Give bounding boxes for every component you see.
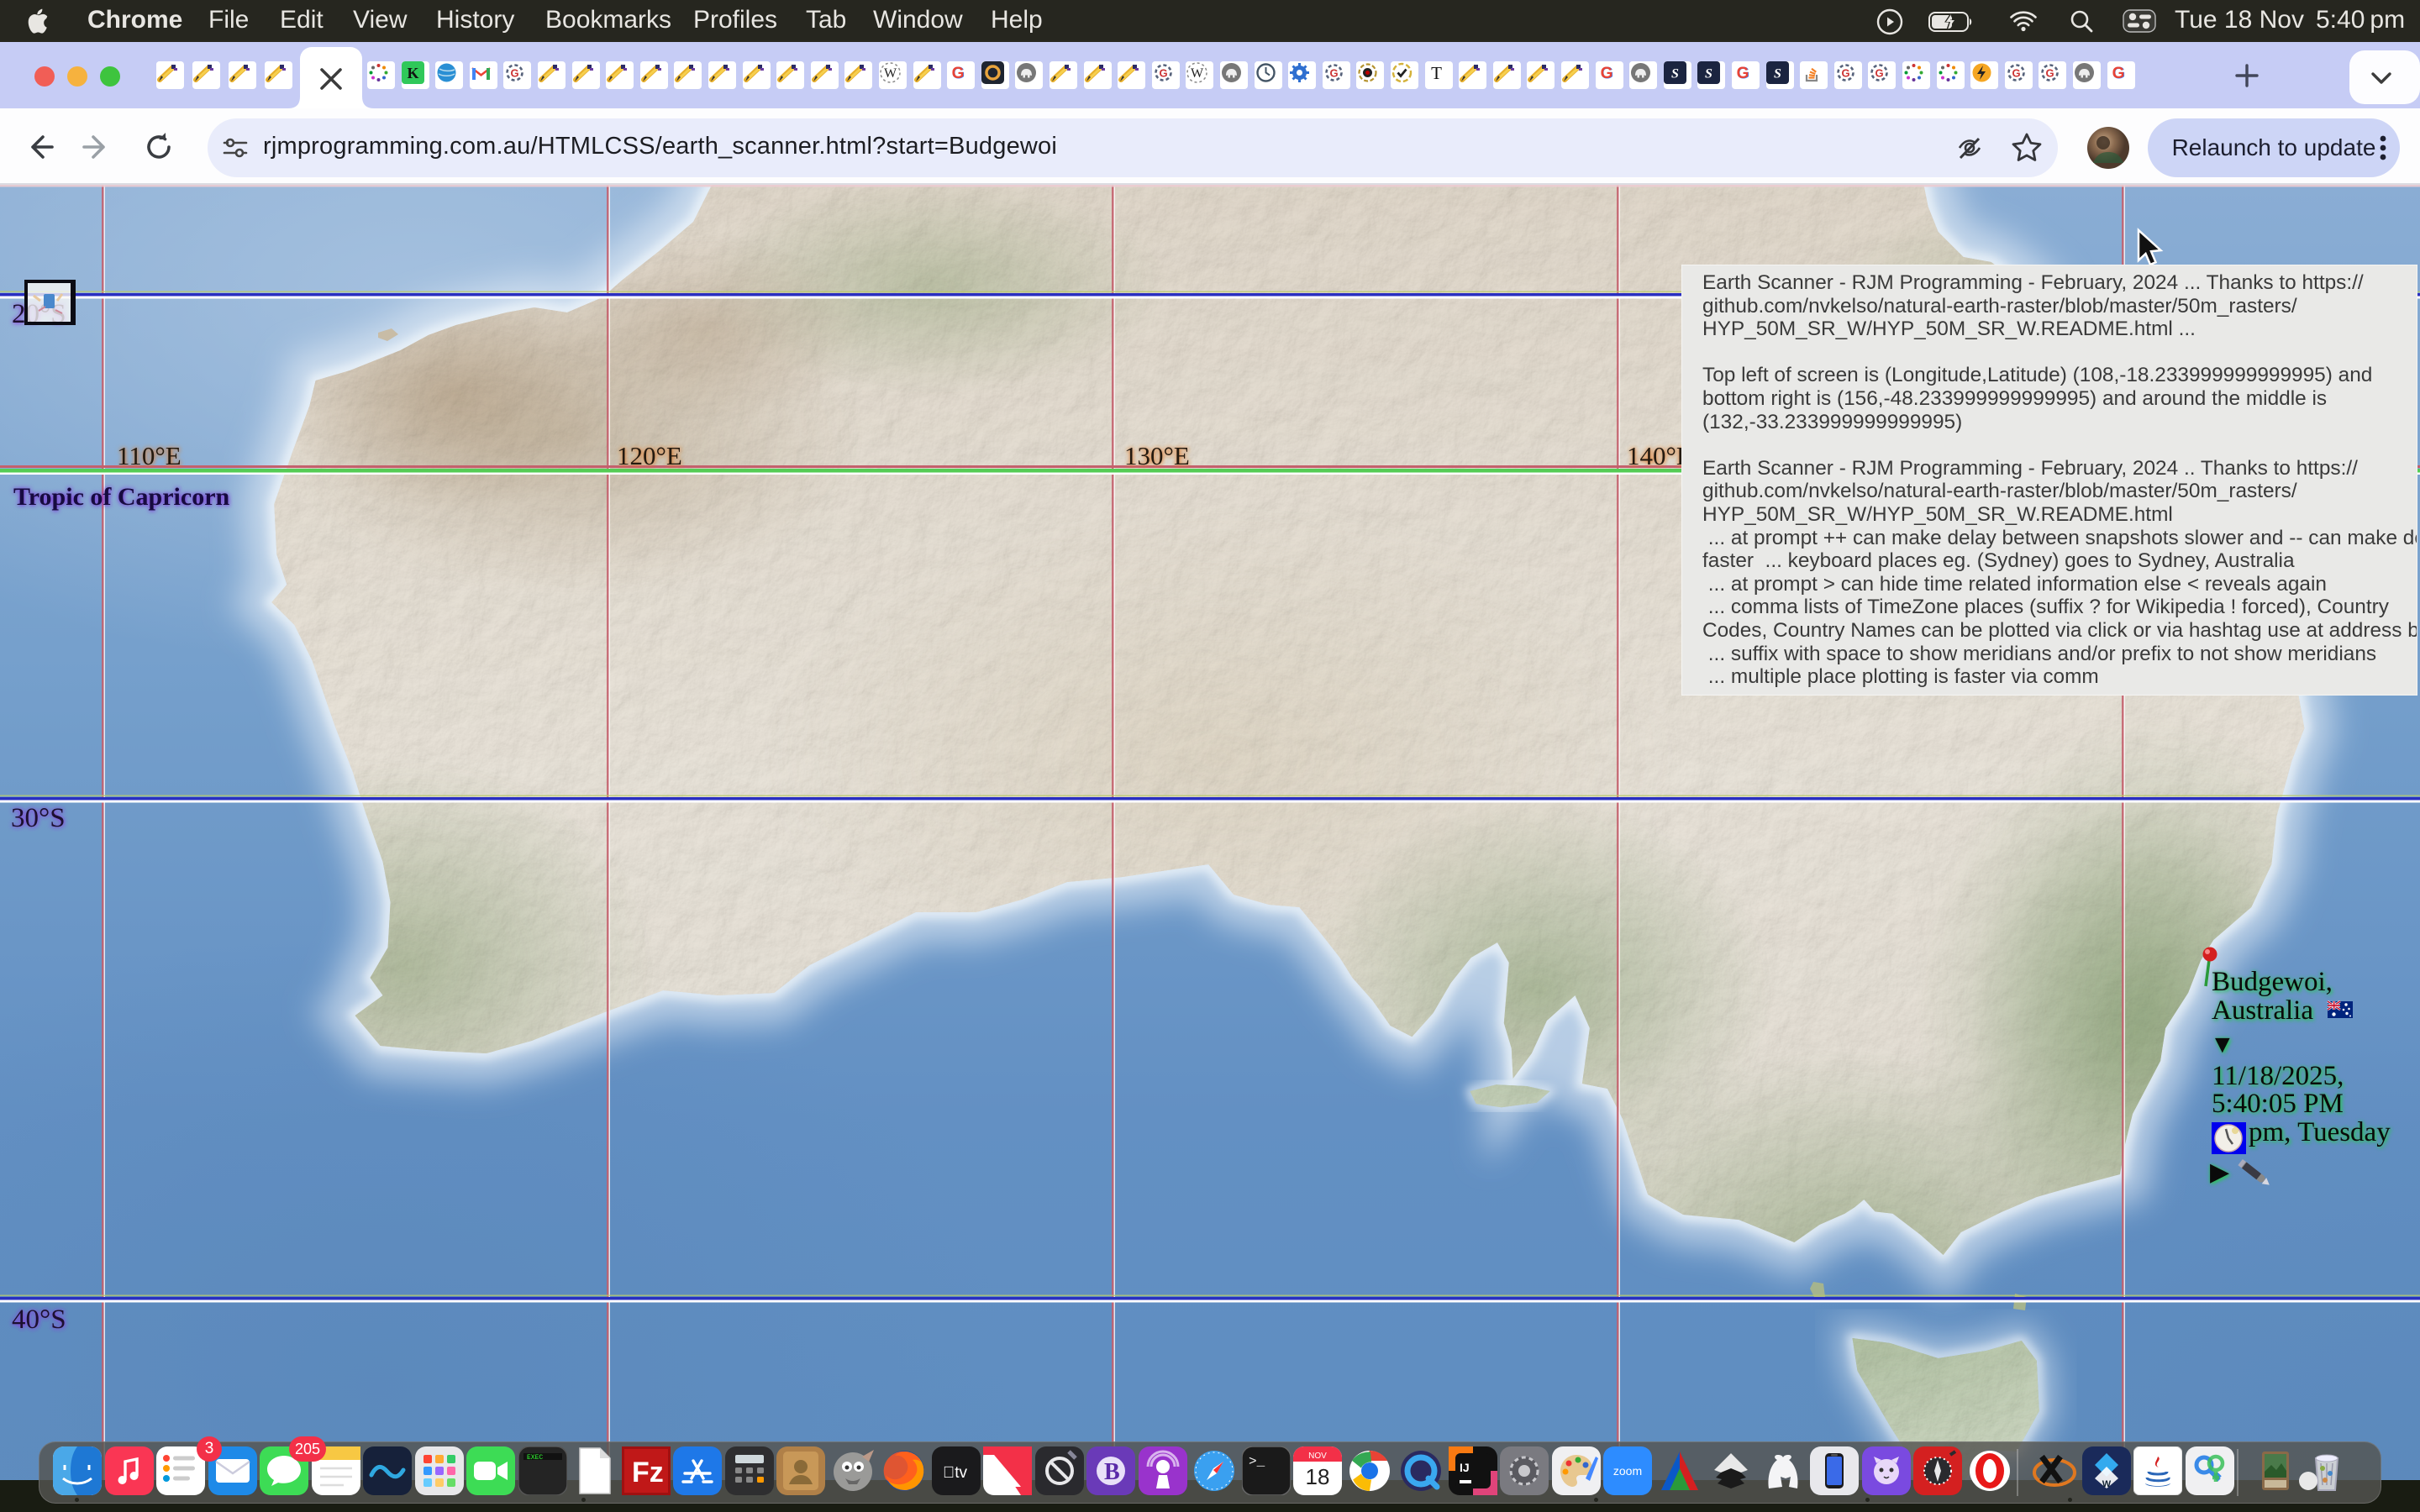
svg-text:G: G	[2012, 67, 2020, 80]
svg-text:G: G	[2112, 65, 2124, 82]
svg-text:W: W	[884, 66, 897, 81]
svg-text:G: G	[1600, 65, 1612, 82]
svg-text:40°S: 40°S	[12, 1305, 66, 1335]
svg-text:G: G	[1329, 67, 1338, 80]
svg-text:tv: tv	[943, 1464, 968, 1482]
svg-text:G: G	[952, 65, 965, 82]
svg-text:18: 18	[1306, 1464, 1330, 1489]
svg-text:IJ: IJ	[1460, 1461, 1470, 1474]
svg-text:Fz: Fz	[632, 1457, 664, 1488]
svg-text:T: T	[1431, 63, 1442, 83]
svg-text:S: S	[1774, 67, 1781, 81]
svg-text:130°E: 130°E	[1124, 441, 1190, 470]
svg-text:5:40:05 PM: 5:40:05 PM	[2212, 1089, 2344, 1119]
svg-text:110°E: 110°E	[117, 441, 182, 470]
svg-text:G: G	[2046, 67, 2054, 80]
svg-text:zoom: zoom	[1613, 1464, 1642, 1478]
svg-text:S: S	[1671, 67, 1679, 81]
svg-text:G: G	[1737, 65, 1749, 82]
svg-text:▶: ▶	[2210, 1158, 2229, 1186]
svg-text:G: G	[1841, 67, 1849, 80]
svg-text:>_: >_	[1249, 1454, 1265, 1469]
svg-text:Australia: Australia	[2212, 995, 2313, 1026]
svg-text:120°E: 120°E	[617, 441, 682, 470]
svg-text:11/18/2025,: 11/18/2025,	[2212, 1061, 2344, 1091]
svg-text:NOV: NOV	[1308, 1452, 1327, 1461]
svg-text:Tropic of Capricorn: Tropic of Capricorn	[13, 483, 230, 511]
svg-text:W: W	[2102, 1479, 2111, 1489]
svg-text:B: B	[1104, 1459, 1120, 1485]
svg-text:▼: ▼	[2210, 1031, 2235, 1058]
svg-text:W: W	[1191, 66, 1204, 81]
svg-text:EXEC: EXEC	[527, 1454, 543, 1462]
svg-text:G: G	[1876, 67, 1884, 80]
svg-text:30°S: 30°S	[11, 803, 66, 833]
svg-text:Budgewoi,: Budgewoi,	[2212, 967, 2333, 997]
svg-text:S: S	[1705, 67, 1712, 81]
svg-text:K: K	[407, 65, 418, 81]
svg-text:pm, Tuesday: pm, Tuesday	[2249, 1117, 2391, 1147]
svg-text:G: G	[1159, 67, 1167, 80]
svg-text:G: G	[511, 67, 519, 80]
